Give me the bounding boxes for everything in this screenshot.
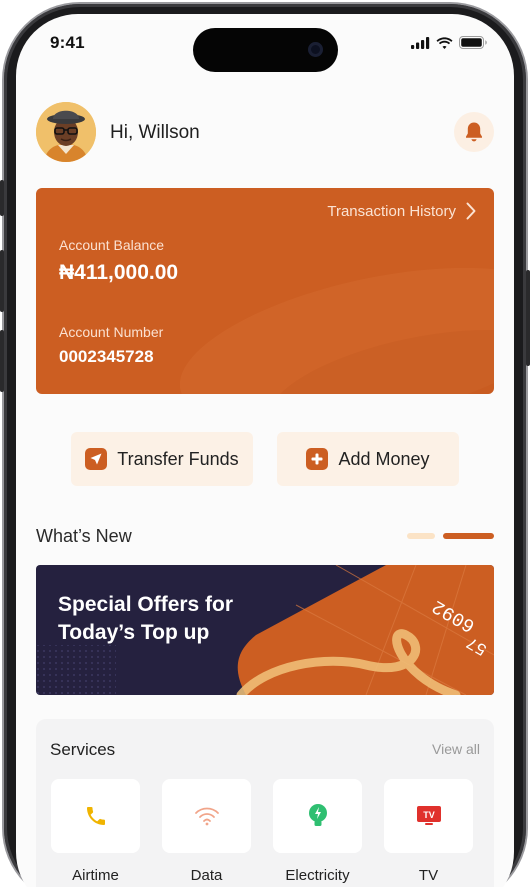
add-money-label: Add Money — [338, 448, 430, 469]
carousel-dot-active[interactable] — [443, 533, 494, 539]
balance-value: ₦411,000.00 — [59, 261, 179, 284]
service-label: Data — [190, 867, 223, 884]
notification-button[interactable] — [454, 112, 494, 152]
dynamic-island — [193, 28, 338, 72]
wifi-icon — [436, 36, 453, 49]
balance-label: Account Balance — [59, 237, 165, 253]
service-label: TV — [418, 867, 439, 884]
send-icon — [85, 448, 108, 470]
transfer-funds-button[interactable]: Transfer Funds — [71, 432, 253, 486]
service-electricity[interactable]: Electricity — [273, 779, 362, 884]
promo-title: Special Offers for Today’s Top up — [58, 593, 234, 644]
chevron-right-icon — [466, 202, 476, 220]
status-time: 9:41 — [50, 33, 85, 52]
tv-icon: TV — [416, 806, 441, 825]
service-airtime[interactable]: Airtime — [51, 779, 140, 884]
side-button — [0, 250, 4, 312]
greeting-text: Hi, Willson — [110, 122, 200, 143]
transaction-history-label: Transaction History — [327, 202, 456, 220]
service-tile[interactable] — [273, 779, 362, 853]
service-data[interactable]: Data — [162, 779, 251, 884]
lightbulb-icon — [308, 804, 327, 826]
signal-icon — [411, 36, 430, 49]
avatar[interactable] — [36, 102, 96, 162]
service-label: Electricity — [285, 867, 350, 884]
battery-icon — [459, 36, 487, 49]
status-icons — [411, 36, 488, 49]
camera-icon — [308, 42, 323, 57]
service-tv[interactable]: TV TV — [384, 779, 473, 884]
bell-icon — [466, 122, 482, 142]
side-button — [0, 330, 4, 392]
status-bar: 9:41 — [16, 14, 514, 74]
phone-icon — [86, 807, 105, 825]
account-number-value: 0002345728 — [59, 347, 154, 366]
service-tile[interactable] — [162, 779, 251, 853]
side-button — [526, 270, 530, 366]
transfer-funds-label: Transfer Funds — [117, 448, 239, 469]
wifi-icon — [194, 807, 219, 826]
promo-banner[interactable]: 6092 57 Special Offers for Today’s Top u… — [36, 565, 494, 695]
app-screen: 9:41 Hi, Willson Transaction History Acc… — [16, 14, 514, 887]
svg-text:TV: TV — [423, 810, 435, 820]
carousel-dot[interactable] — [407, 533, 435, 539]
service-tile[interactable] — [51, 779, 140, 853]
balance-card: Transaction History Account Balance ₦411… — [36, 188, 494, 394]
services-heading: Services — [50, 740, 116, 759]
whats-new-heading: What’s New — [36, 526, 132, 546]
service-tile[interactable]: TV — [384, 779, 473, 853]
add-money-button[interactable]: Add Money — [277, 432, 459, 486]
side-button — [0, 180, 4, 216]
transaction-history-link[interactable]: Transaction History — [327, 202, 476, 220]
service-label: Airtime — [72, 867, 119, 884]
plus-icon — [306, 448, 329, 470]
services-section: Services View all Airtime Data Electrici… — [36, 719, 494, 887]
account-number-label: Account Number — [59, 324, 164, 340]
header: Hi, Willson — [36, 102, 496, 164]
view-all-link[interactable]: View all — [432, 741, 480, 757]
